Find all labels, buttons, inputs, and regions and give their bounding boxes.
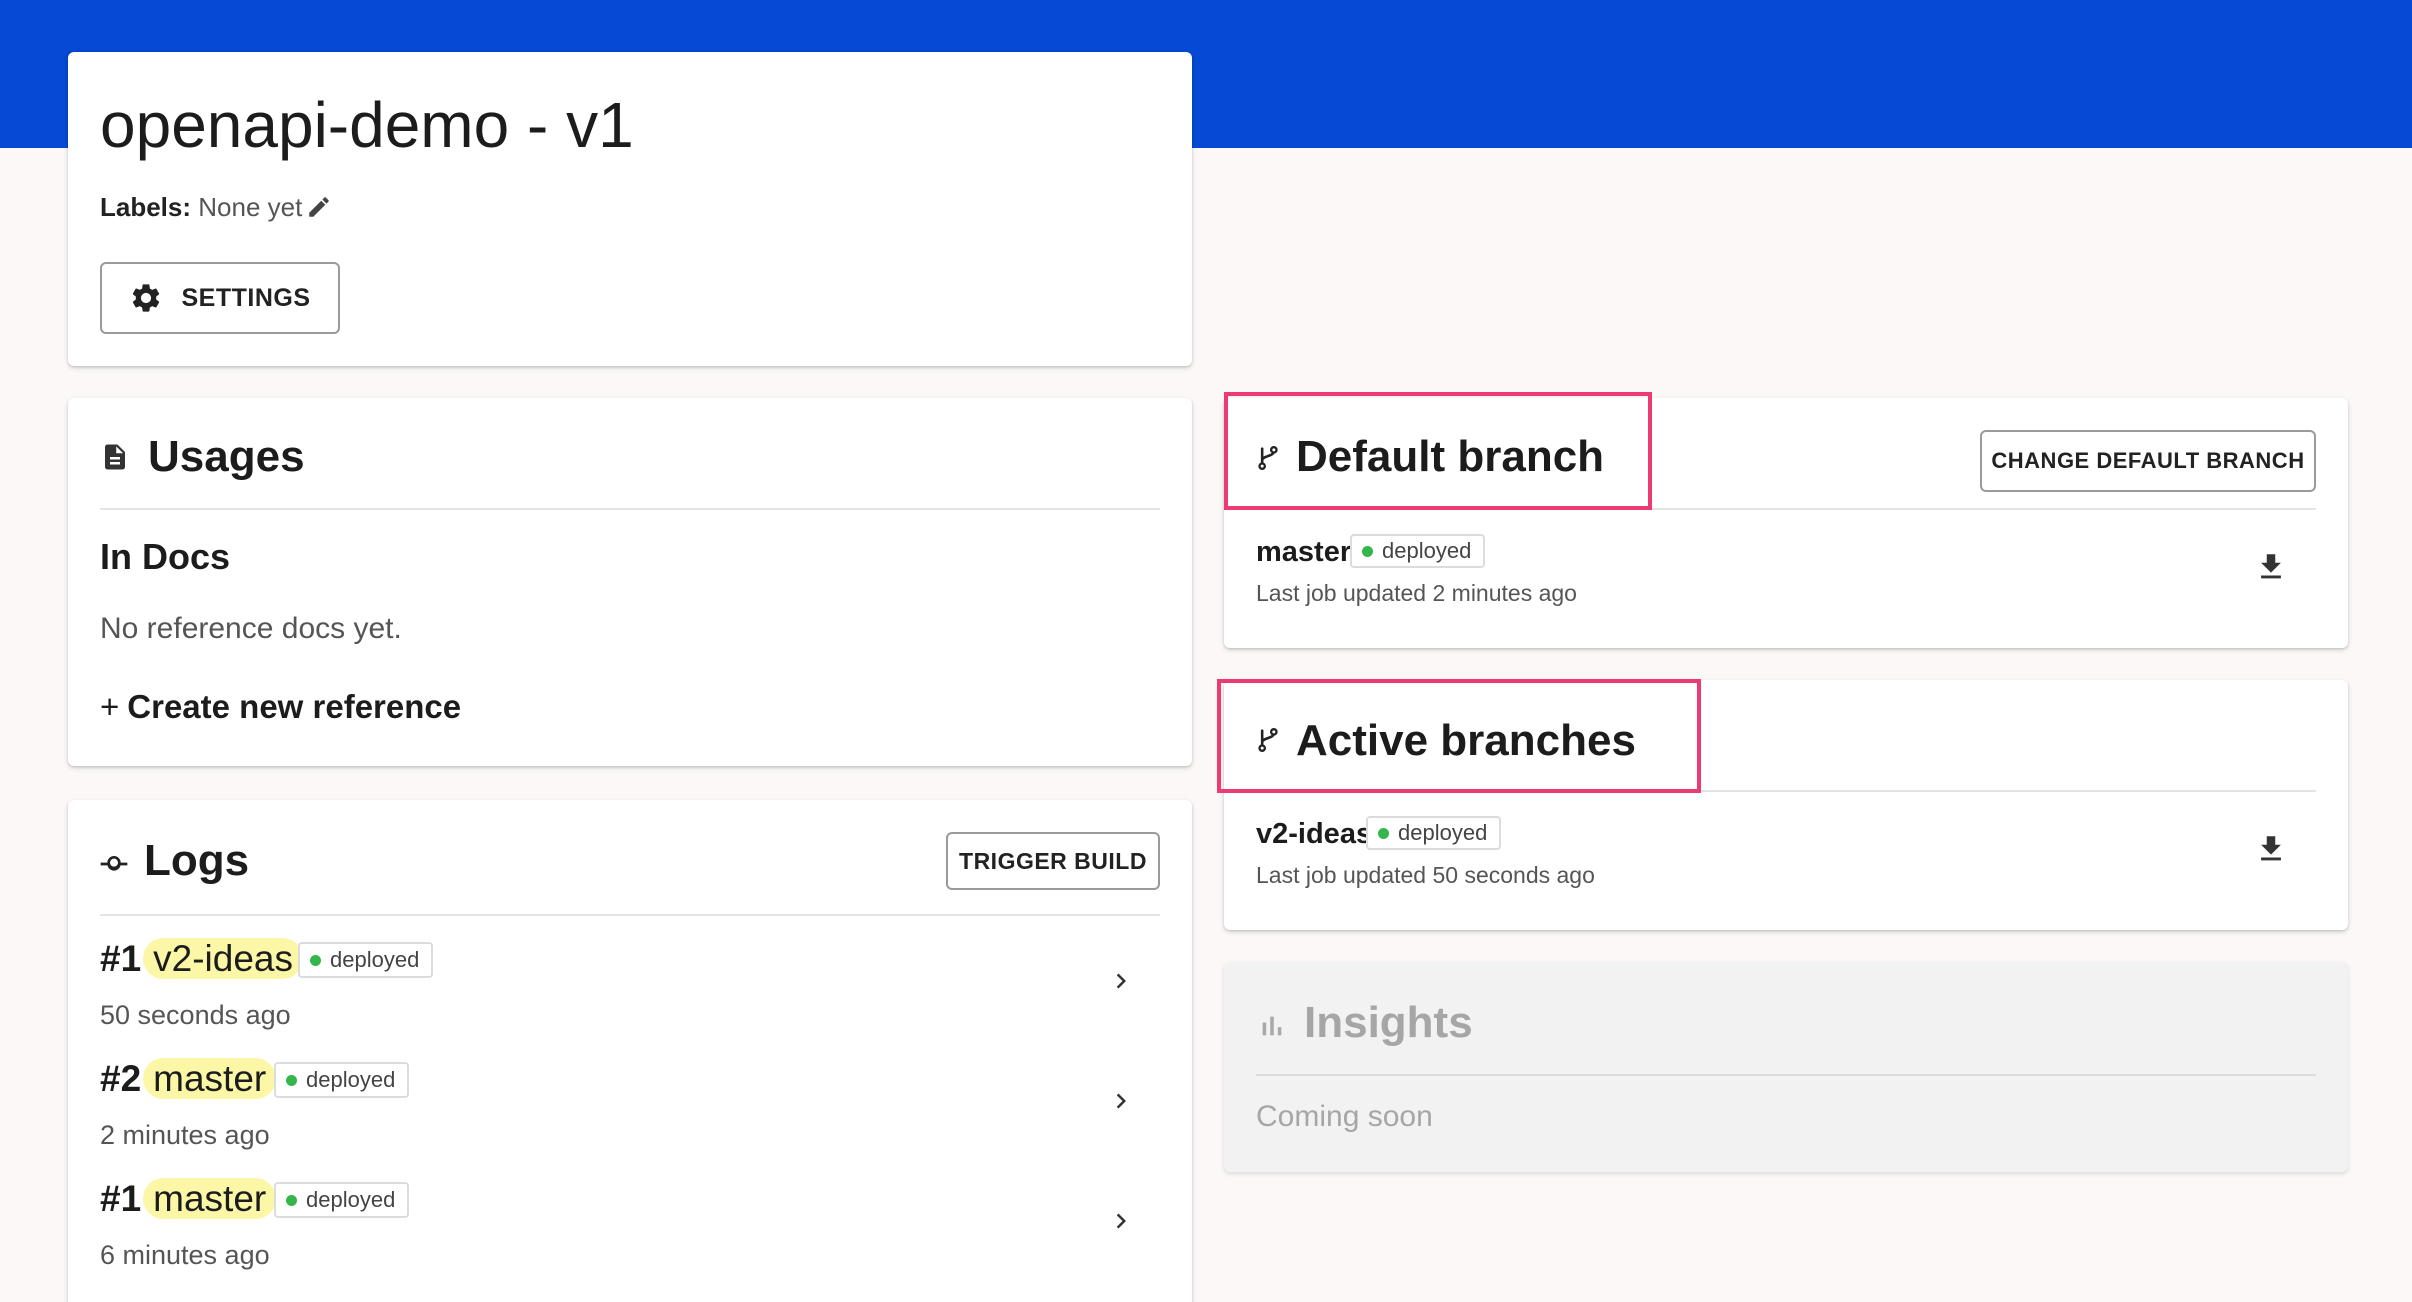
status-label: deployed — [306, 1187, 396, 1212]
labels-value: None yet — [198, 192, 303, 222]
status-dot — [1362, 545, 1373, 557]
log-time: 50 seconds ago — [100, 1000, 291, 1030]
log-row[interactable]: #1 v2-ideas deployed 50 seconds ago — [68, 928, 1192, 1044]
chevron-right-icon[interactable] — [1106, 1206, 1136, 1236]
status-badge: deployed — [274, 1182, 410, 1218]
create-reference-link[interactable]: + Create new reference — [100, 688, 461, 726]
default-branch-updated: Last job updated 2 minutes ago — [1256, 580, 1577, 606]
log-title: #1 master — [100, 1178, 277, 1220]
log-number: #2 — [100, 1058, 142, 1099]
log-branch: v2-ideas — [143, 938, 304, 979]
status-label: deployed — [1382, 538, 1472, 563]
document-icon — [105, 444, 125, 470]
status-dot — [310, 954, 321, 966]
usages-title: Usages — [148, 432, 305, 481]
gear-icon — [133, 284, 160, 312]
bar-chart-icon — [1262, 1016, 1282, 1036]
status-dot — [286, 1194, 297, 1206]
log-title: #2 master — [100, 1058, 277, 1100]
settings-label: SETTINGS — [181, 283, 311, 312]
page-title: openapi-demo - v1 — [100, 89, 634, 161]
labels-key: Labels: — [100, 192, 192, 222]
change-default-branch-button[interactable]: CHANGE DEFAULT BRANCH — [1980, 430, 2316, 492]
settings-button[interactable]: SETTINGS — [100, 262, 340, 334]
pencil-icon[interactable] — [306, 194, 332, 220]
insights-divider — [1256, 1074, 2316, 1076]
log-title: #1 v2-ideas — [100, 938, 304, 980]
insights-coming-soon: Coming soon — [1256, 1100, 1433, 1133]
usages-divider — [100, 508, 1160, 510]
no-docs-text: No reference docs yet. — [100, 612, 402, 645]
default-branch-name: master — [1256, 536, 1352, 568]
chevron-right-icon[interactable] — [1106, 966, 1136, 996]
trigger-build-label: TRIGGER BUILD — [959, 847, 1147, 874]
annotation-default-branch — [1224, 392, 1652, 510]
active-branch-updated: Last job updated 50 seconds ago — [1256, 862, 1595, 888]
change-default-branch-label: CHANGE DEFAULT BRANCH — [1991, 448, 2305, 473]
log-branch: master — [143, 1058, 277, 1099]
log-time: 6 minutes ago — [100, 1240, 270, 1270]
status-badge: deployed — [274, 1062, 410, 1098]
status-dot — [286, 1074, 297, 1086]
log-row[interactable]: #2 master deployed 2 minutes ago — [68, 1048, 1192, 1164]
status-dot — [1378, 827, 1389, 839]
status-label: deployed — [1398, 820, 1488, 845]
log-time: 2 minutes ago — [100, 1120, 270, 1150]
download-icon[interactable] — [2254, 550, 2288, 584]
status-badge: deployed — [298, 942, 434, 978]
chevron-right-icon[interactable] — [1106, 1086, 1136, 1116]
commit-icon — [100, 856, 128, 871]
annotation-active-branches — [1217, 679, 1701, 793]
status-badge: deployed — [1366, 816, 1502, 850]
plus-icon: + — [100, 688, 120, 725]
active-branch-name: v2-ideas — [1256, 818, 1373, 850]
logs-card: Logs TRIGGER BUILD #1 v2-ideas deployed 5… — [68, 800, 1192, 1302]
usages-card: Usages In Docs No reference docs yet. + C… — [68, 398, 1192, 766]
download-icon[interactable] — [2254, 832, 2288, 866]
log-branch: master — [143, 1178, 277, 1219]
create-reference-label: Create new reference — [127, 688, 462, 725]
log-row[interactable]: #1 master deployed 6 minutes ago — [68, 1168, 1192, 1284]
logs-title: Logs — [144, 836, 250, 885]
project-header-card: openapi-demo - v1 Labels: None yet SETTI… — [68, 52, 1192, 366]
insights-title: Insights — [1304, 998, 1473, 1047]
log-number: #1 — [100, 1178, 142, 1219]
in-docs-heading: In Docs — [100, 536, 231, 577]
status-label: deployed — [330, 947, 420, 972]
status-label: deployed — [306, 1067, 396, 1092]
insights-card: Insights Coming soon — [1224, 962, 2348, 1172]
log-number: #1 — [100, 938, 142, 979]
status-badge: deployed — [1350, 534, 1486, 568]
labels-row: Labels: None yet — [100, 192, 302, 223]
trigger-build-button[interactable]: TRIGGER BUILD — [946, 832, 1160, 890]
logs-divider — [100, 914, 1160, 916]
